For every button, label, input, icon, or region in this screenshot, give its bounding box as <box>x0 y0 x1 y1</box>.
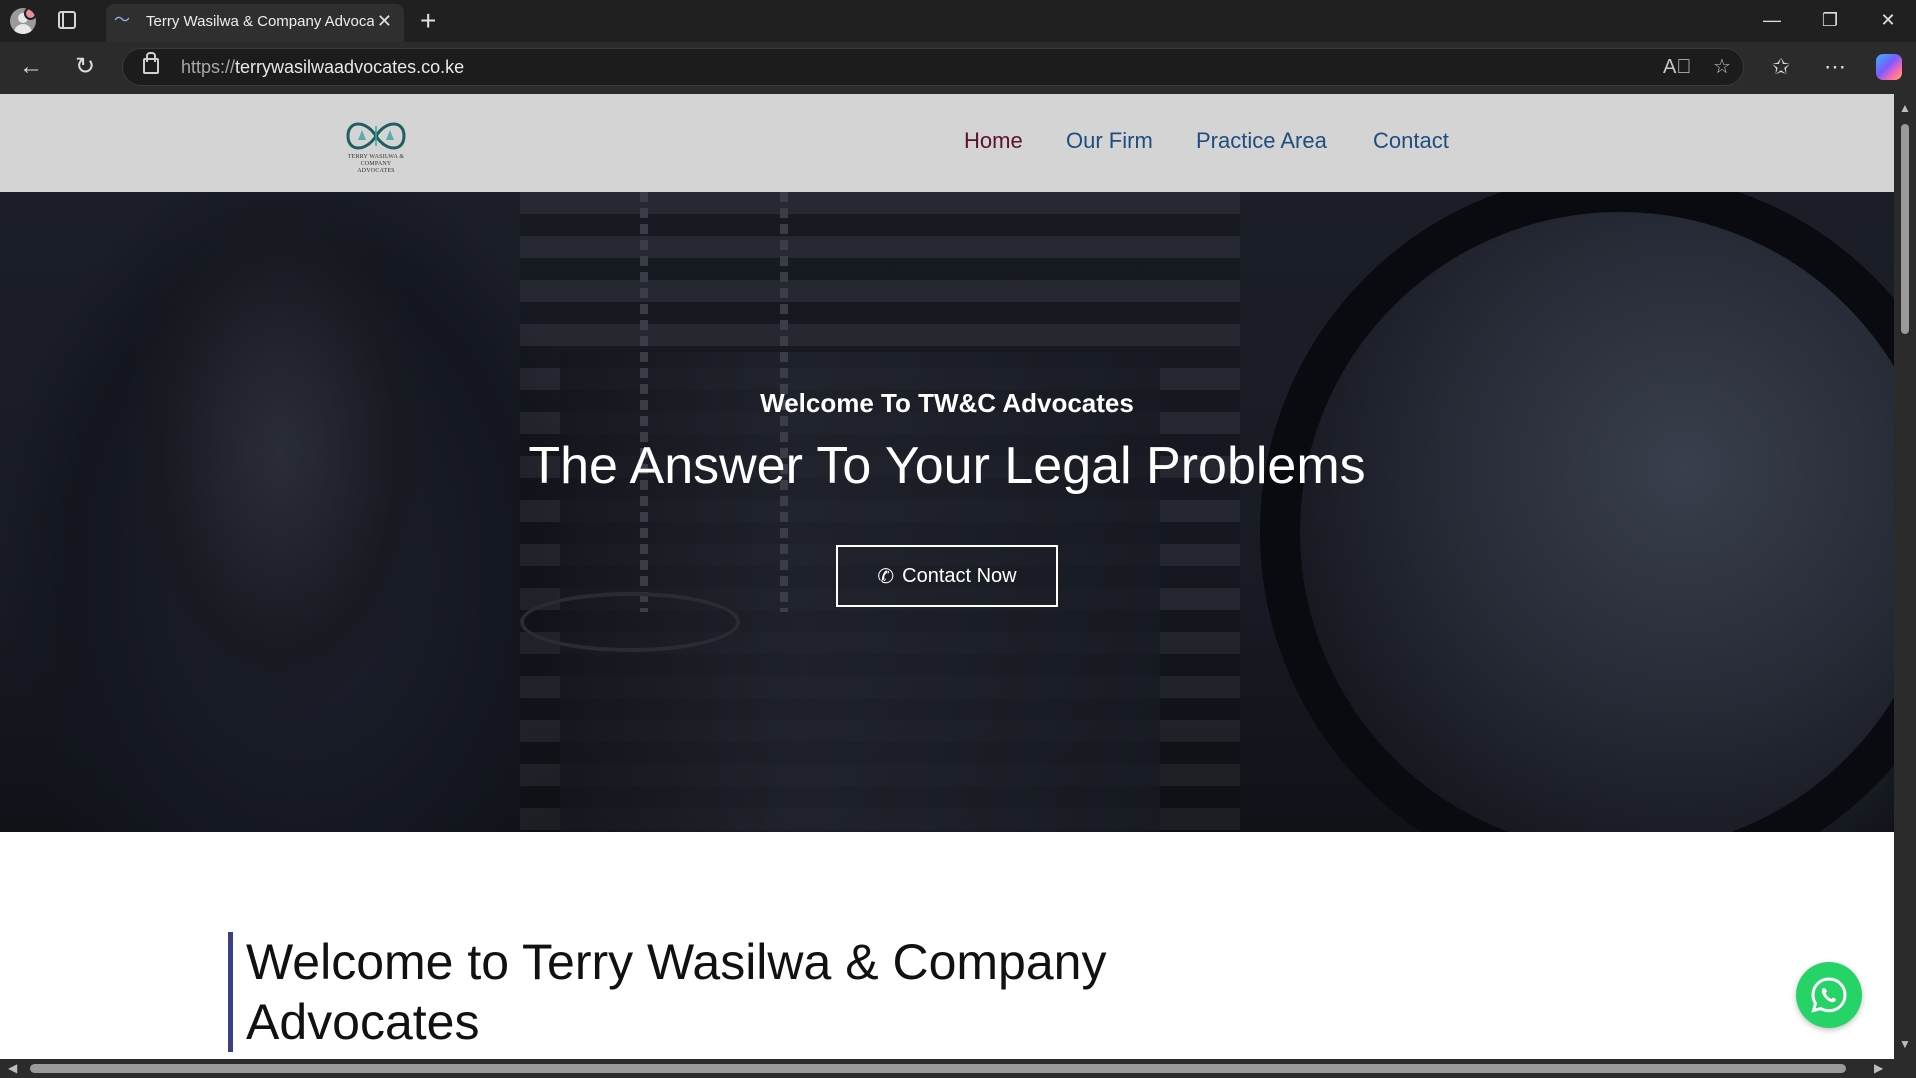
scales-of-justice-icon <box>346 122 406 150</box>
url-text[interactable]: https://terrywasilwaadvocates.co.ke <box>181 57 464 78</box>
whatsapp-chat-button[interactable] <box>1796 962 1862 1028</box>
minimize-icon[interactable]: — <box>1752 6 1792 34</box>
lock-icon[interactable] <box>143 52 159 74</box>
intro-title: Welcome to Terry Wasilwa & Company Advoc… <box>246 934 1107 1050</box>
read-aloud-icon[interactable]: A᳟ <box>1663 55 1691 79</box>
tab-actions-icon[interactable] <box>58 11 76 29</box>
hero-background-globe <box>1260 192 1894 832</box>
site-logo[interactable]: TERRY WASILWA & COMPANY ADVOCATES <box>340 118 412 182</box>
close-tab-icon[interactable]: ✕ <box>377 12 392 30</box>
address-bar[interactable]: https://terrywasilwaadvocates.co.ke A᳟ ☆ <box>122 48 1744 86</box>
nav-practice-area[interactable]: Practice Area <box>1196 128 1327 154</box>
contact-now-button[interactable]: ✆ Contact Now <box>836 545 1058 607</box>
page-viewport: TERRY WASILWA & COMPANY ADVOCATES Home O… <box>0 94 1894 1059</box>
browser-titlebar: 〜 Terry Wasilwa & Company Advocates ✕ + … <box>0 0 1916 42</box>
intro-accent-bar <box>228 932 233 1052</box>
profile-icon[interactable] <box>10 8 36 34</box>
hero-subtitle: Welcome To TW&C Advocates <box>760 388 1134 418</box>
scroll-left-icon[interactable]: ◀ <box>8 1062 17 1074</box>
scroll-up-icon[interactable]: ▲ <box>1899 102 1911 114</box>
hero-background-scale-dish <box>520 592 740 652</box>
back-icon[interactable]: ← <box>14 52 48 82</box>
scroll-down-icon[interactable]: ▼ <box>1899 1038 1911 1050</box>
copilot-icon[interactable] <box>1876 54 1902 80</box>
nav-contact[interactable]: Contact <box>1373 128 1449 154</box>
browser-tab-active[interactable]: 〜 Terry Wasilwa & Company Advocates ✕ <box>106 4 404 42</box>
nav-home[interactable]: Home <box>964 128 1023 154</box>
tab-title: Terry Wasilwa & Company Advocates <box>146 13 374 30</box>
favorites-icon[interactable]: ✩ <box>1764 52 1798 82</box>
hero-title: The Answer To Your Legal Problems <box>528 437 1366 495</box>
more-icon[interactable]: ⋯ <box>1818 52 1852 82</box>
restore-icon[interactable]: ❐ <box>1810 6 1850 34</box>
refresh-icon[interactable]: ↻ <box>68 52 102 82</box>
hero-banner: Welcome To TW&C Advocates The Answer To … <box>0 192 1894 832</box>
site-favicon-icon: 〜 <box>114 12 131 29</box>
browser-toolbar: ← ↻ https://terrywasilwaadvocates.co.ke … <box>0 42 1916 94</box>
vertical-scroll-thumb[interactable] <box>1901 124 1909 334</box>
favorite-star-icon[interactable]: ☆ <box>1713 55 1731 79</box>
hero-background-statue <box>40 192 500 832</box>
close-window-icon[interactable]: ✕ <box>1868 6 1908 34</box>
horizontal-scroll-thumb[interactable] <box>30 1064 1846 1073</box>
scroll-right-icon[interactable]: ▶ <box>1874 1062 1883 1074</box>
vertical-scrollbar[interactable]: ▲ ▼ <box>1894 94 1916 1059</box>
logo-text: TERRY WASILWA & COMPANY ADVOCATES <box>347 154 405 174</box>
contact-now-label: Contact Now <box>902 564 1017 587</box>
phone-icon: ✆ <box>877 565 895 588</box>
new-tab-icon[interactable]: + <box>420 6 436 36</box>
nav-our-firm[interactable]: Our Firm <box>1066 128 1153 154</box>
whatsapp-icon <box>1811 977 1847 1013</box>
horizontal-scrollbar[interactable]: ◀ ▶ <box>0 1059 1916 1078</box>
site-header: TERRY WASILWA & COMPANY ADVOCATES Home O… <box>0 94 1894 192</box>
